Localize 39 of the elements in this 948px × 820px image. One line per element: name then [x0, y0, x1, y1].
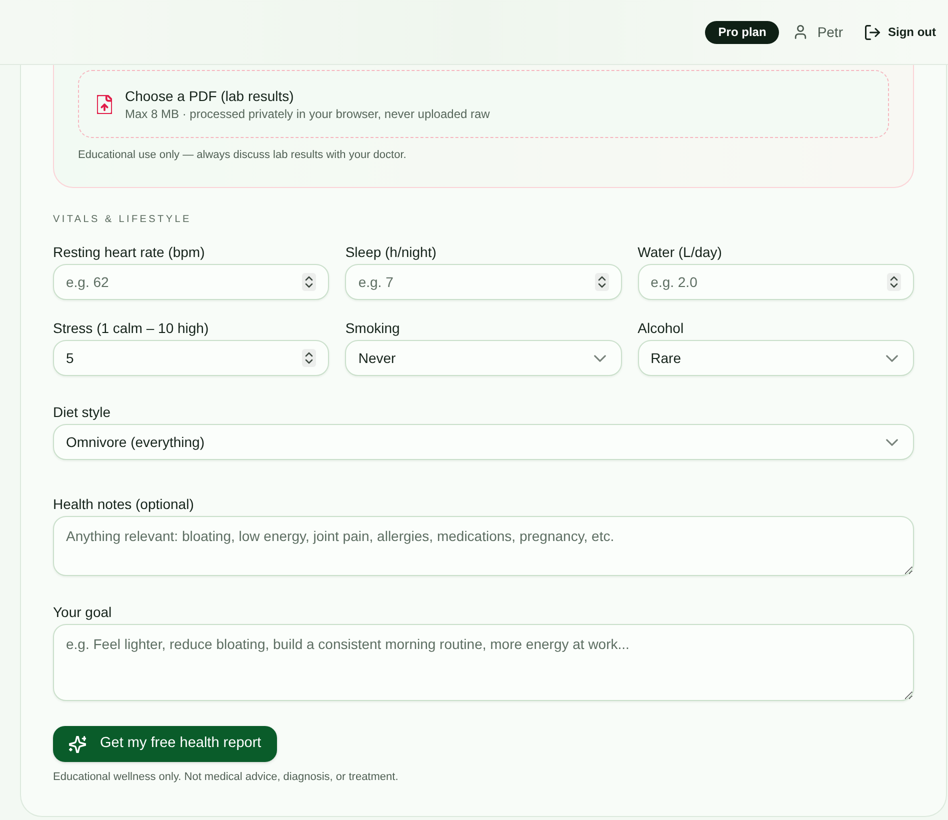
- submit-button[interactable]: Get my free health report: [53, 726, 278, 762]
- sign-out-icon: [865, 24, 880, 40]
- number-field[interactable]: e.g. 2.0: [638, 264, 914, 300]
- field-label: Resting heart rate (bpm): [53, 243, 206, 262]
- user-icon: [794, 25, 808, 39]
- section-heading: VITALS & LIFESTYLE: [53, 213, 192, 227]
- field-label: Diet style: [53, 403, 112, 422]
- number-field[interactable]: 5: [53, 340, 330, 376]
- select-field[interactable]: Rare: [638, 340, 914, 376]
- plan-badge: Pro plan: [705, 20, 780, 44]
- sign-out-button[interactable]: Sign out: [865, 23, 936, 41]
- chevron-down-icon: [594, 354, 606, 362]
- chevron-down-icon: [886, 438, 898, 446]
- stepper-arrows-icon[interactable]: [302, 273, 316, 291]
- field-label: Water (L/day): [638, 243, 723, 262]
- chevron-down-icon: [886, 354, 898, 362]
- file-dropzone[interactable]: Choose a PDF (lab results) Max 8 MB · processed privately in your browser, never uploaded raw: [78, 70, 889, 138]
- select-field[interactable]: Never: [345, 340, 622, 376]
- stepper-arrows-icon[interactable]: [302, 349, 316, 367]
- user-name: Petr: [817, 22, 843, 42]
- text-area[interactable]: Anything relevant: bloating, low energy, joint pain, allergies, medications, pregnancy, etc.: [53, 516, 914, 576]
- disclaimer-text: Educational wellness only. Not medical advice, diagnosis, or treatment.: [53, 770, 400, 785]
- stepper-arrows-icon[interactable]: [887, 273, 901, 291]
- field-label: Health notes (optional): [53, 495, 195, 514]
- upload-title: Choose a PDF (lab results): [125, 86, 295, 106]
- upload-note: Educational use only — always discuss lab results with your doctor.: [78, 148, 408, 163]
- number-field[interactable]: e.g. 7: [345, 264, 622, 300]
- select-field[interactable]: Omnivore (everything): [53, 424, 914, 460]
- upload-hint: Max 8 MB · processed privately in your browser, never uploaded raw: [125, 106, 490, 122]
- number-field[interactable]: e.g. 62: [53, 264, 330, 300]
- field-label: Stress (1 calm – 10 high): [53, 319, 210, 338]
- stepper-arrows-icon[interactable]: [594, 273, 609, 291]
- field-label: Sleep (h/night): [345, 243, 438, 262]
- sparkles-icon: [69, 736, 86, 752]
- field-label: Your goal: [53, 603, 113, 622]
- file-upload-icon: [97, 94, 112, 114]
- field-label: Alcohol: [638, 319, 685, 338]
- text-area[interactable]: e.g. Feel lighter, reduce bloating, build a consistent morning routine, more energy at work...: [53, 624, 914, 701]
- field-label: Smoking: [345, 319, 401, 338]
